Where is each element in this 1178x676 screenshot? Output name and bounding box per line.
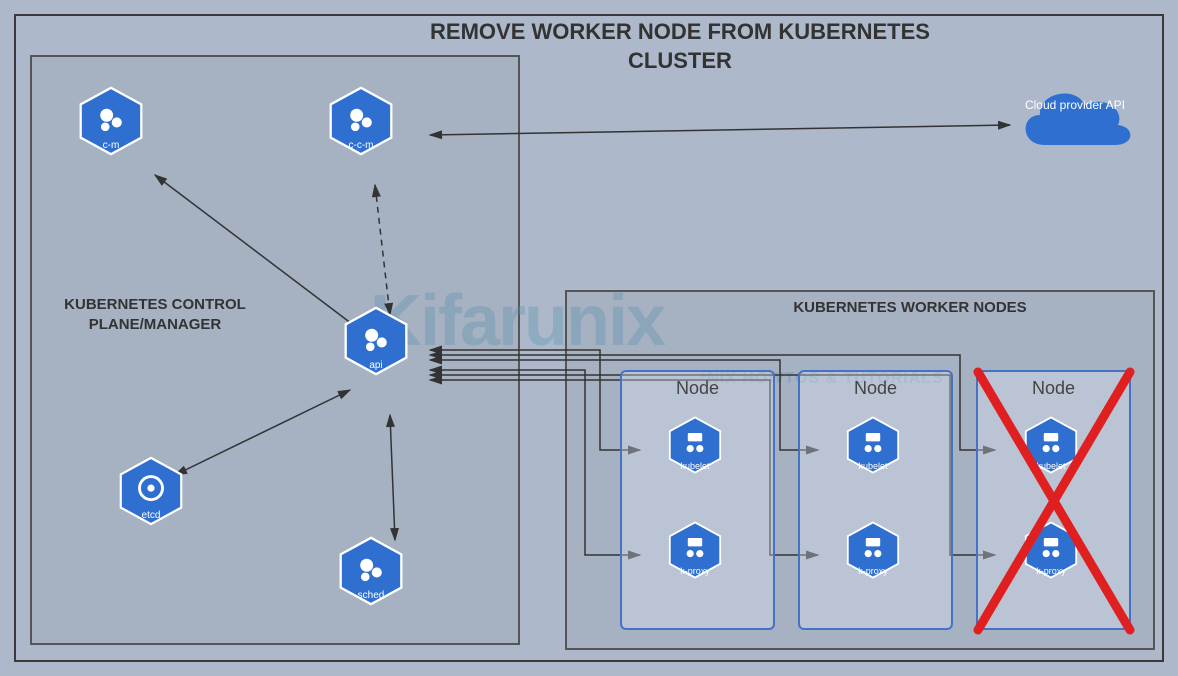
worker-node-1: Node: [620, 370, 775, 630]
cloud-provider-icon: [1010, 75, 1140, 165]
worker-node-2-kproxy-label: k-proxy: [843, 566, 903, 576]
worker-node-3-kubelet-label: kubelet: [1021, 461, 1081, 471]
worker-node-1-kproxy-label: k-proxy: [665, 566, 725, 576]
worker-node-2: Node: [798, 370, 953, 630]
worker-node-1-kubelet-label: kubelet: [665, 461, 725, 471]
worker-node-1-title: Node: [622, 378, 773, 399]
worker-node-2-title: Node: [800, 378, 951, 399]
controller-manager-label: c-m: [75, 140, 147, 151]
worker-node-3-kproxy-icon: k-proxy: [1021, 520, 1081, 580]
worker-node-2-kubelet-label: kubelet: [843, 461, 903, 471]
worker-node-2-kubelet-icon: kubelet: [843, 415, 903, 475]
worker-node-3: Node: [976, 370, 1131, 630]
control-plane-label: KUBERNETES CONTROL PLANE/MANAGER: [45, 295, 265, 334]
worker-node-3-kubelet-icon: kubelet: [1021, 415, 1081, 475]
worker-node-1-kubelet-icon: kubelet: [665, 415, 725, 475]
etcd-label: etcd: [115, 510, 187, 521]
worker-node-1-kproxy-icon: k-proxy: [665, 520, 725, 580]
worker-node-3-kproxy-label: k-proxy: [1021, 566, 1081, 576]
worker-node-2-kproxy-icon: k-proxy: [843, 520, 903, 580]
worker-nodes-label: KUBERNETES WORKER NODES: [780, 298, 1040, 318]
worker-node-3-title: Node: [978, 378, 1129, 399]
api-server-label: api: [340, 360, 412, 371]
scheduler-label: sched: [335, 590, 407, 601]
cloud-controller-manager-label: c-c-m: [325, 140, 397, 151]
